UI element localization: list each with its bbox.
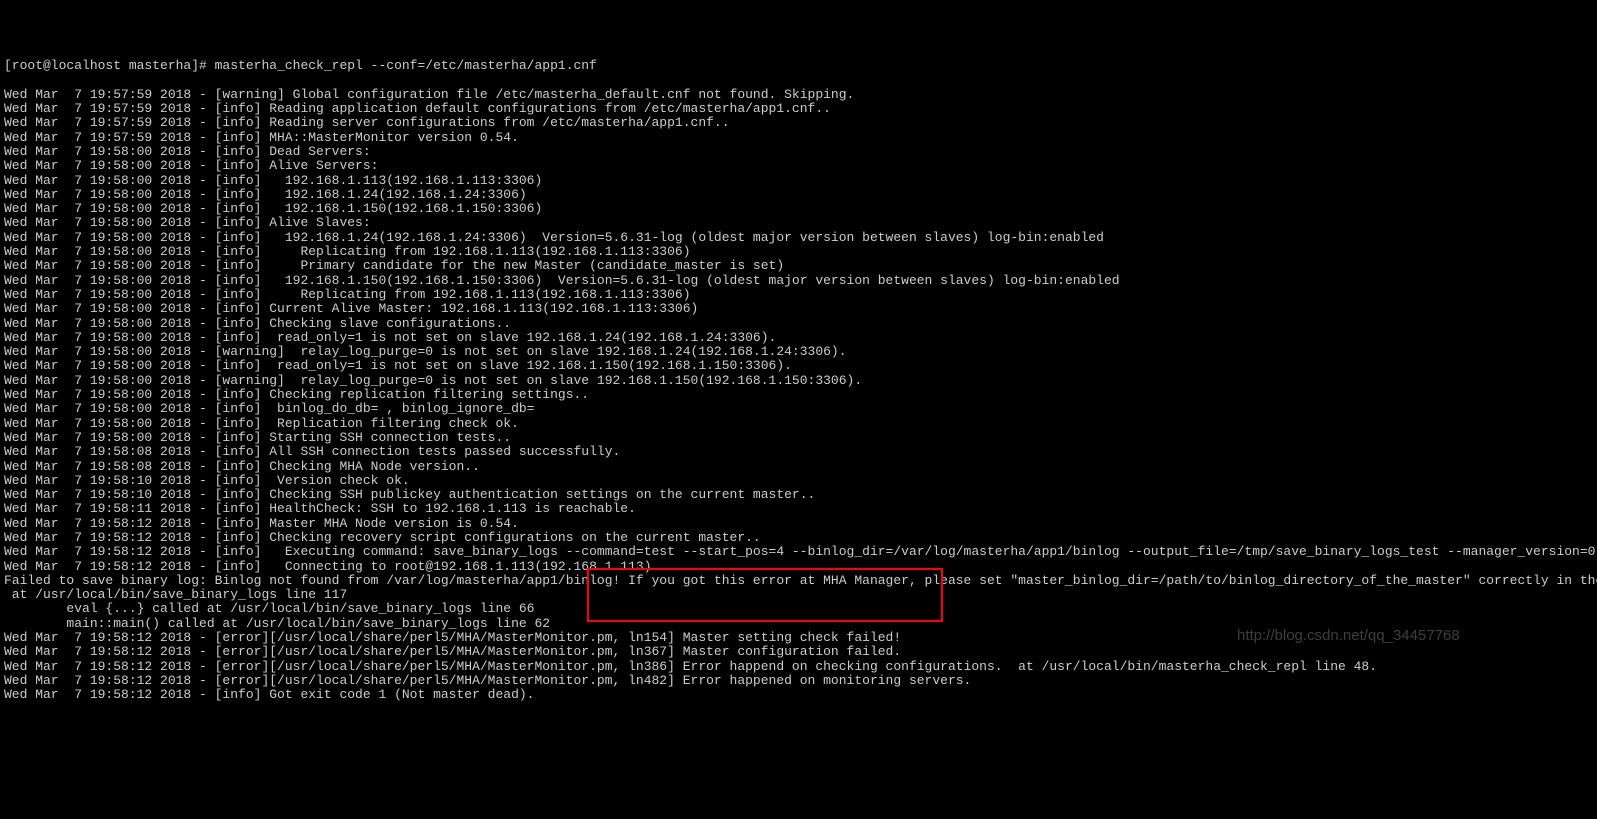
log-line: Wed Mar 7 19:58:12 2018 - [info] Executi… (4, 545, 1593, 559)
log-line: Wed Mar 7 19:58:00 2018 - [info] Replica… (4, 288, 1593, 302)
log-line: Wed Mar 7 19:58:00 2018 - [info] Checkin… (4, 388, 1593, 402)
log-line: Wed Mar 7 19:58:00 2018 - [info] Dead Se… (4, 145, 1593, 159)
log-line: Wed Mar 7 19:58:00 2018 - [info] Replica… (4, 245, 1593, 259)
log-line: Wed Mar 7 19:58:00 2018 - [info] 192.168… (4, 188, 1593, 202)
log-line: Wed Mar 7 19:58:00 2018 - [info] Current… (4, 302, 1593, 316)
log-line: Wed Mar 7 19:58:00 2018 - [warning] rela… (4, 345, 1593, 359)
log-line: Wed Mar 7 19:58:10 2018 - [info] Version… (4, 474, 1593, 488)
log-line: Wed Mar 7 19:58:12 2018 - [info] Checkin… (4, 531, 1593, 545)
log-line: Wed Mar 7 19:58:08 2018 - [info] Checkin… (4, 460, 1593, 474)
log-line: Wed Mar 7 19:58:10 2018 - [info] Checkin… (4, 488, 1593, 502)
log-line: Wed Mar 7 19:58:12 2018 - [info] Master … (4, 517, 1593, 531)
log-line: Wed Mar 7 19:58:00 2018 - [info] 192.168… (4, 274, 1593, 288)
log-line: Wed Mar 7 19:57:59 2018 - [warning] Glob… (4, 88, 1593, 102)
log-line: Wed Mar 7 19:58:00 2018 - [info] 192.168… (4, 202, 1593, 216)
log-line: Wed Mar 7 19:58:00 2018 - [info] 192.168… (4, 174, 1593, 188)
log-line: Wed Mar 7 19:58:00 2018 - [info] 192.168… (4, 231, 1593, 245)
log-line: Wed Mar 7 19:58:00 2018 - [info] read_on… (4, 331, 1593, 345)
log-line: Wed Mar 7 19:58:00 2018 - [info] binlog_… (4, 402, 1593, 416)
log-line: Wed Mar 7 19:58:12 2018 - [error][/usr/l… (4, 645, 1593, 659)
terminal-prompt-line[interactable]: [root@localhost masterha]# masterha_chec… (4, 59, 1593, 73)
log-line: Wed Mar 7 19:58:00 2018 - [info] Alive S… (4, 159, 1593, 173)
log-line: Wed Mar 7 19:58:00 2018 - [info] Checkin… (4, 317, 1593, 331)
log-line: Wed Mar 7 19:58:12 2018 - [info] Got exi… (4, 688, 1593, 702)
log-line: Wed Mar 7 19:58:00 2018 - [info] read_on… (4, 359, 1593, 373)
watermark-text: http://blog.csdn.net/qq_34457768 (1237, 628, 1460, 645)
log-line: Wed Mar 7 19:58:00 2018 - [warning] rela… (4, 374, 1593, 388)
log-line: Wed Mar 7 19:57:59 2018 - [info] Reading… (4, 116, 1593, 130)
log-line: Wed Mar 7 19:57:59 2018 - [info] Reading… (4, 102, 1593, 116)
log-line: Failed to save binary log: Binlog not fo… (4, 574, 1593, 588)
log-line: Wed Mar 7 19:58:00 2018 - [info] Startin… (4, 431, 1593, 445)
log-line: Wed Mar 7 19:58:00 2018 - [info] Replica… (4, 417, 1593, 431)
log-line: Wed Mar 7 19:58:00 2018 - [info] Primary… (4, 259, 1593, 273)
terminal-output: Wed Mar 7 19:57:59 2018 - [warning] Glob… (4, 88, 1593, 703)
log-line: at /usr/local/bin/save_binary_logs line … (4, 588, 1593, 602)
log-line: Wed Mar 7 19:57:59 2018 - [info] MHA::Ma… (4, 131, 1593, 145)
log-line: Wed Mar 7 19:58:12 2018 - [error][/usr/l… (4, 674, 1593, 688)
log-line: Wed Mar 7 19:58:12 2018 - [info] Connect… (4, 560, 1593, 574)
log-line: eval {...} called at /usr/local/bin/save… (4, 602, 1593, 616)
log-line: Wed Mar 7 19:58:00 2018 - [info] Alive S… (4, 216, 1593, 230)
log-line: Wed Mar 7 19:58:11 2018 - [info] HealthC… (4, 502, 1593, 516)
log-line: Wed Mar 7 19:58:08 2018 - [info] All SSH… (4, 445, 1593, 459)
